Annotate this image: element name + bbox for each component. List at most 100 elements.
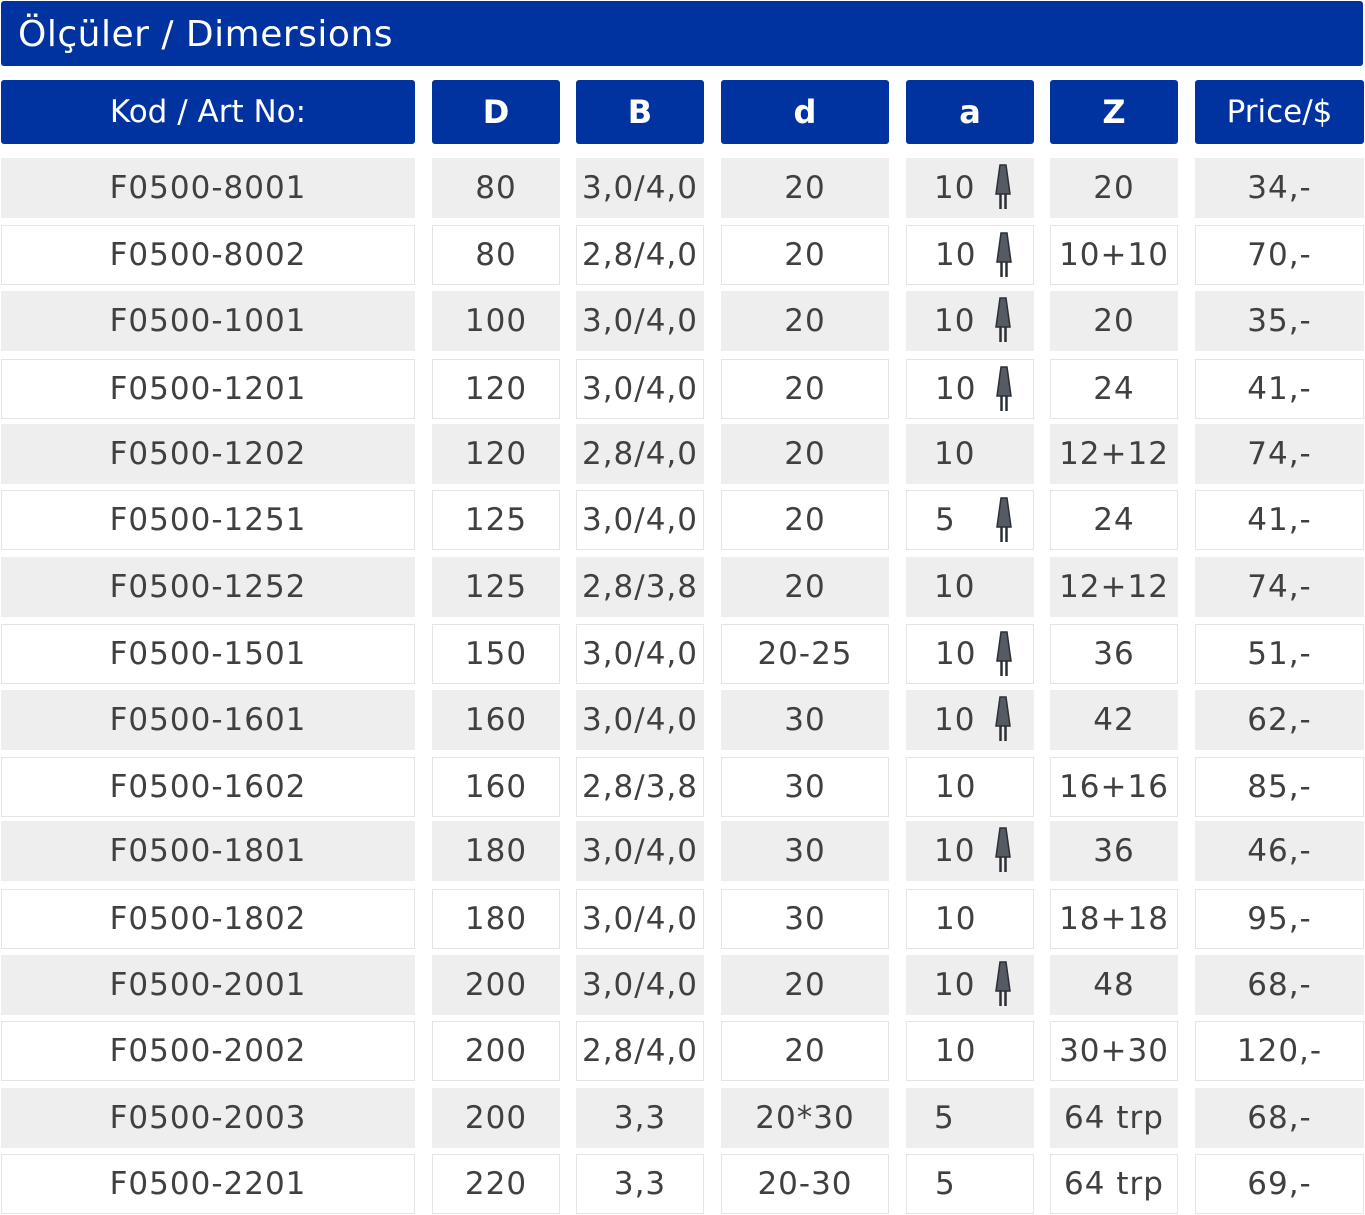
cell-a: 5 [906, 1154, 1034, 1214]
cell-price: 68,- [1195, 955, 1364, 1015]
cell-price: 69,- [1195, 1154, 1364, 1214]
page-title: Ölçüler / Dimersions [1, 1, 1363, 66]
saw-tooth-icon [995, 366, 1013, 412]
cell-d: 30 [721, 690, 889, 750]
saw-tooth-icon [994, 827, 1012, 873]
header-d: d [721, 80, 889, 144]
cell-a-value: 10 [934, 170, 976, 206]
cell-Z: 10+10 [1050, 225, 1178, 285]
cell-B: 3,0/4,0 [576, 158, 704, 218]
cell-code: F0500-1602 [1, 757, 415, 817]
cell-a-value: 10 [935, 901, 977, 937]
cell-D: 220 [432, 1154, 560, 1214]
cell-B: 3,0/4,0 [576, 821, 704, 881]
cell-Z: 12+12 [1050, 424, 1178, 484]
cell-Z: 24 [1050, 359, 1178, 419]
cell-D: 150 [432, 624, 560, 684]
cell-price: 74,- [1195, 557, 1364, 617]
saw-tooth-icon [994, 696, 1012, 742]
cell-D: 125 [432, 557, 560, 617]
cell-code: F0500-1501 [1, 624, 415, 684]
cell-B: 3,0/4,0 [576, 690, 704, 750]
cell-a: 10 [906, 624, 1034, 684]
cell-B: 2,8/3,8 [576, 557, 704, 617]
cell-code: F0500-1202 [1, 424, 415, 484]
cell-a-value: 10 [935, 237, 977, 273]
saw-tooth-icon [995, 497, 1013, 543]
cell-D: 125 [432, 490, 560, 550]
cell-code: F0500-2003 [1, 1088, 415, 1148]
cell-Z: 18+18 [1050, 889, 1178, 949]
cell-D: 100 [432, 291, 560, 351]
saw-tooth-icon [994, 961, 1012, 1007]
cell-d: 20-25 [721, 624, 889, 684]
cell-a: 10 [906, 1021, 1034, 1081]
cell-code: F0500-1252 [1, 557, 415, 617]
cell-a-value: 10 [934, 436, 976, 472]
cell-a-value: 10 [935, 769, 977, 805]
cell-D: 160 [432, 757, 560, 817]
cell-code: F0500-1251 [1, 490, 415, 550]
header-price: Price/$ [1195, 80, 1364, 144]
saw-tooth-icon [994, 297, 1012, 343]
cell-price: 41,- [1195, 490, 1364, 550]
cell-code: F0500-2001 [1, 955, 415, 1015]
cell-d: 20-30 [721, 1154, 889, 1214]
cell-B: 2,8/4,0 [576, 424, 704, 484]
cell-d: 20*30 [721, 1088, 889, 1148]
cell-D: 180 [432, 821, 560, 881]
cell-code: F0500-2201 [1, 1154, 415, 1214]
cell-d: 20 [721, 424, 889, 484]
cell-code: F0500-8002 [1, 225, 415, 285]
cell-d: 20 [721, 158, 889, 218]
cell-a: 10 [906, 955, 1034, 1015]
cell-code: F0500-1201 [1, 359, 415, 419]
cell-a: 5 [906, 490, 1034, 550]
cell-d: 20 [721, 955, 889, 1015]
cell-a: 10 [906, 690, 1034, 750]
cell-code: F0500-1001 [1, 291, 415, 351]
cell-price: 70,- [1195, 225, 1364, 285]
cell-Z: 12+12 [1050, 557, 1178, 617]
cell-code: F0500-2002 [1, 1021, 415, 1081]
cell-Z: 48 [1050, 955, 1178, 1015]
cell-D: 200 [432, 955, 560, 1015]
cell-D: 80 [432, 158, 560, 218]
cell-a-value: 10 [935, 636, 977, 672]
cell-d: 20 [721, 225, 889, 285]
cell-a-value: 5 [935, 1166, 956, 1202]
cell-D: 180 [432, 889, 560, 949]
cell-d: 30 [721, 889, 889, 949]
cell-d: 30 [721, 821, 889, 881]
header-code: Kod / Art No: [1, 80, 415, 144]
cell-a: 10 [906, 359, 1034, 419]
cell-a: 10 [906, 757, 1034, 817]
cell-a: 5 [906, 1088, 1034, 1148]
cell-Z: 64 trp [1050, 1088, 1178, 1148]
cell-B: 3,0/4,0 [576, 955, 704, 1015]
cell-B: 3,0/4,0 [576, 359, 704, 419]
cell-code: F0500-1801 [1, 821, 415, 881]
cell-B: 2,8/4,0 [576, 1021, 704, 1081]
cell-d: 30 [721, 757, 889, 817]
cell-B: 3,0/4,0 [576, 490, 704, 550]
cell-price: 51,- [1195, 624, 1364, 684]
cell-price: 34,- [1195, 158, 1364, 218]
header-D: D [432, 80, 560, 144]
header-Z: Z [1050, 80, 1178, 144]
header-B: B [576, 80, 704, 144]
cell-Z: 20 [1050, 291, 1178, 351]
cell-D: 80 [432, 225, 560, 285]
cell-a-value: 10 [934, 702, 976, 738]
cell-d: 20 [721, 1021, 889, 1081]
cell-price: 74,- [1195, 424, 1364, 484]
cell-D: 120 [432, 359, 560, 419]
cell-price: 41,- [1195, 359, 1364, 419]
cell-d: 20 [721, 359, 889, 419]
cell-Z: 64 trp [1050, 1154, 1178, 1214]
cell-code: F0500-8001 [1, 158, 415, 218]
cell-a-value: 10 [934, 569, 976, 605]
cell-D: 200 [432, 1021, 560, 1081]
cell-price: 35,- [1195, 291, 1364, 351]
cell-Z: 16+16 [1050, 757, 1178, 817]
